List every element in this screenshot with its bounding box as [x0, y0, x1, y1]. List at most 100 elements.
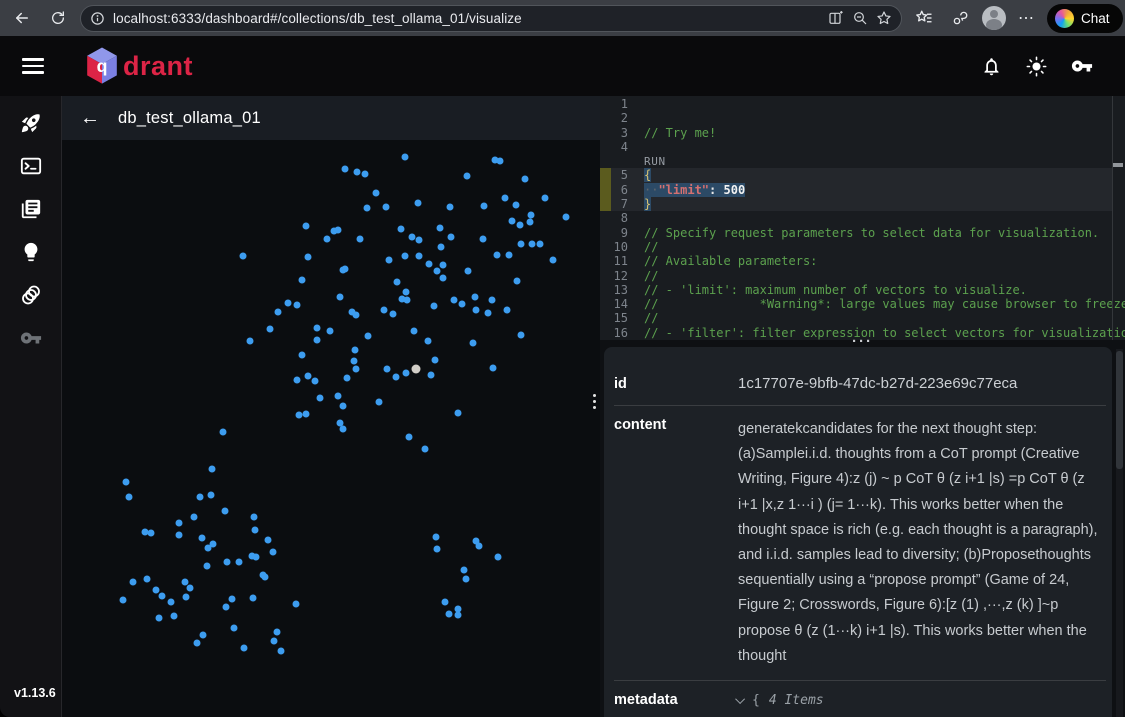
vector-point[interactable] [376, 399, 383, 406]
vector-point[interactable] [433, 534, 440, 541]
vector-point[interactable] [299, 277, 306, 284]
vector-point[interactable] [240, 253, 247, 260]
vector-point[interactable] [403, 289, 410, 296]
vector-point[interactable] [403, 370, 410, 377]
vector-point[interactable] [352, 347, 359, 354]
vector-point[interactable] [409, 234, 416, 241]
browser-refresh-icon[interactable] [44, 4, 72, 32]
favorite-star-icon[interactable] [876, 10, 892, 26]
vector-point[interactable] [431, 303, 438, 310]
menu-toggle-icon[interactable] [22, 58, 44, 74]
vector-point[interactable] [303, 411, 310, 418]
vector-point[interactable] [513, 202, 520, 209]
vector-point[interactable] [542, 195, 549, 202]
vector-point[interactable] [327, 328, 334, 335]
vector-point[interactable] [563, 214, 570, 221]
vector-point[interactable] [220, 429, 227, 436]
vector-point[interactable] [231, 625, 238, 632]
vector-point[interactable] [550, 257, 557, 264]
sidebar-item-tutorial[interactable] [17, 238, 45, 266]
vector-point[interactable] [384, 366, 391, 373]
vector-point[interactable] [210, 541, 217, 548]
vector-point[interactable] [236, 559, 243, 566]
vector-point[interactable] [153, 587, 160, 594]
scatter-plot[interactable] [62, 140, 600, 717]
vector-point[interactable] [335, 393, 342, 400]
vector-point[interactable] [130, 579, 137, 586]
vector-point[interactable] [250, 595, 257, 602]
vector-point[interactable] [271, 638, 278, 645]
vector-point[interactable] [406, 434, 413, 441]
vector-point[interactable] [342, 166, 349, 173]
vector-point[interactable] [518, 241, 525, 248]
vector-point[interactable] [294, 302, 301, 309]
vector-point[interactable] [432, 357, 439, 364]
split-screen-icon[interactable] [828, 10, 844, 26]
vector-point[interactable] [312, 378, 319, 385]
vector-point[interactable] [354, 169, 361, 176]
vector-point[interactable] [305, 254, 312, 261]
vector-point[interactable] [314, 325, 321, 332]
vector-point[interactable] [527, 219, 534, 226]
vector-point[interactable] [463, 576, 470, 583]
vector-point[interactable] [494, 252, 501, 259]
vector-point[interactable] [229, 596, 236, 603]
vector-point[interactable] [455, 612, 462, 619]
vector-point[interactable] [253, 554, 260, 561]
vector-point[interactable] [251, 514, 258, 521]
vector-point[interactable] [393, 374, 400, 381]
vector-point[interactable] [461, 567, 468, 574]
vector-point[interactable] [447, 204, 454, 211]
vector-point[interactable] [275, 309, 282, 316]
vector-point[interactable] [362, 171, 369, 178]
vector-point[interactable] [285, 300, 292, 307]
vector-point[interactable] [404, 297, 411, 304]
vector-point[interactable] [247, 338, 254, 345]
vector-point[interactable] [373, 190, 380, 197]
vector-point[interactable] [364, 205, 371, 212]
vector-point[interactable] [480, 236, 487, 243]
vector-point[interactable] [451, 297, 458, 304]
vector-point[interactable] [437, 225, 444, 232]
vector-point[interactable] [518, 332, 525, 339]
vector-point[interactable] [434, 268, 441, 275]
vector-point[interactable] [335, 227, 342, 234]
vector-point[interactable] [194, 640, 201, 647]
vector-point[interactable] [252, 527, 259, 534]
vector-point[interactable] [148, 530, 155, 537]
vector-point[interactable] [144, 576, 151, 583]
vector-point[interactable] [394, 279, 401, 286]
site-info-icon[interactable] [90, 11, 105, 26]
vector-point[interactable] [398, 226, 405, 233]
vector-point[interactable] [426, 261, 433, 268]
vector-point[interactable] [529, 241, 536, 248]
sidebar-item-datasets[interactable] [17, 281, 45, 309]
vector-point[interactable] [204, 563, 211, 570]
vector-point[interactable] [434, 546, 441, 553]
vector-point[interactable] [440, 262, 447, 269]
vector-point[interactable] [481, 203, 488, 210]
vector-point[interactable] [485, 310, 492, 317]
vector-point[interactable] [265, 537, 272, 544]
vector-point[interactable] [353, 366, 360, 373]
theme-toggle-sun-icon[interactable] [1026, 56, 1047, 77]
editor-scrollbar-thumb[interactable] [1113, 163, 1123, 167]
vector-point[interactable] [294, 377, 301, 384]
vector-point[interactable] [224, 559, 231, 566]
vector-point[interactable] [416, 237, 423, 244]
selected-vector-point[interactable] [412, 365, 421, 374]
run-button[interactable]: RUN [644, 155, 666, 168]
vector-point[interactable] [502, 195, 509, 202]
vector-point[interactable] [415, 200, 422, 207]
vector-point[interactable] [241, 645, 248, 652]
vector-point[interactable] [428, 372, 435, 379]
horizontal-splitter[interactable]: ··· [600, 340, 1125, 347]
vector-point[interactable] [299, 352, 306, 359]
vector-point[interactable] [472, 294, 479, 301]
vector-point[interactable] [517, 222, 524, 229]
vector-point[interactable] [365, 333, 372, 340]
vector-point[interactable] [199, 535, 206, 542]
vector-point[interactable] [383, 204, 390, 211]
vector-point[interactable] [438, 244, 445, 251]
vector-point[interactable] [324, 236, 331, 243]
